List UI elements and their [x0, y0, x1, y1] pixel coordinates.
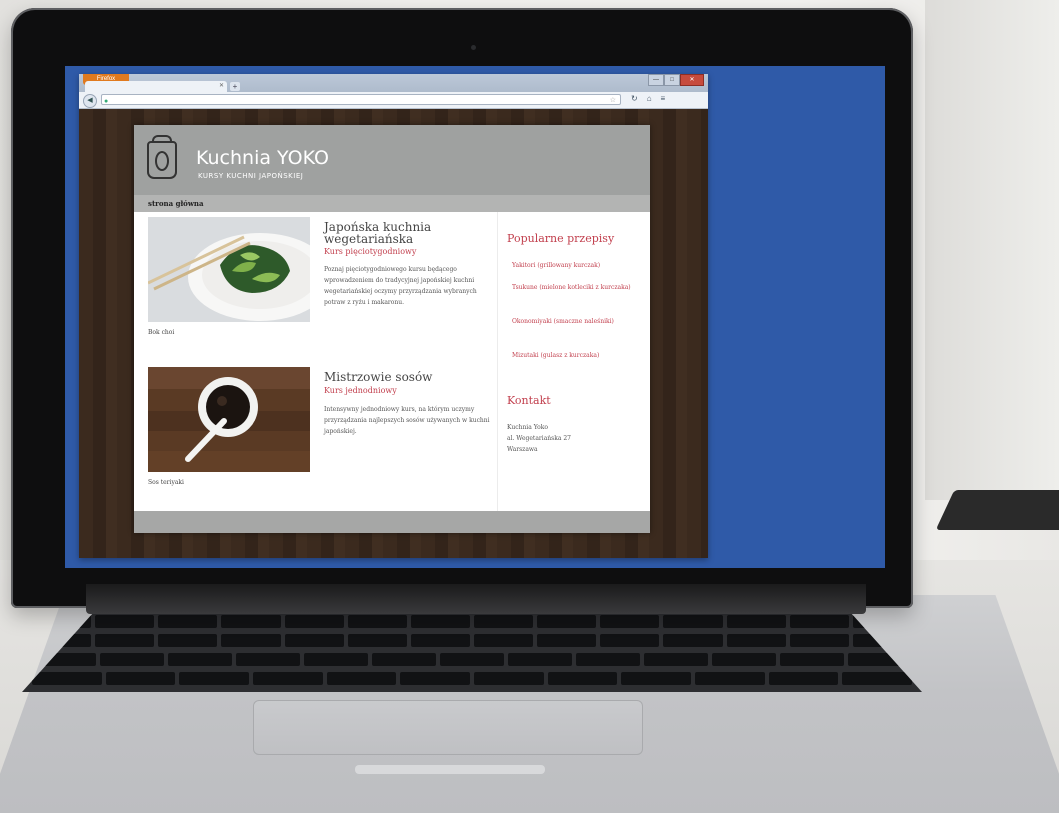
article-body: Poznaj pięciotygodniowego kursu będącego… — [324, 266, 477, 306]
laptop-lid: Firefox ✕ + — □ ✕ ◀ ● ☆ ↻ ⌂ ≡ Kuchnia YO… — [11, 8, 913, 614]
web-page: Kuchnia YOKO KURSY KUCHNI JAPOŃSKIEJ str… — [134, 125, 650, 533]
nav-item-home[interactable]: strona główna — [148, 195, 204, 212]
maximize-button[interactable]: □ — [664, 74, 680, 86]
contact-line: al. Wegetariańska 27 — [507, 435, 571, 442]
recipe-link[interactable]: Tsukune (mielone kotleciki z kurczaka) — [512, 282, 632, 293]
laptop-trackpad — [253, 700, 643, 755]
site-header: Kuchnia YOKO KURSY KUCHNI JAPOŃSKIEJ — [134, 125, 650, 195]
image-caption: Sos teriyaki — [148, 479, 184, 486]
site-title[interactable]: Kuchnia YOKO — [196, 147, 329, 169]
recipe-link[interactable]: Yakitori (grillowany kurczak) — [512, 260, 632, 271]
article-card: Sos teriyaki Mistrzowie sosów Kurs jedno… — [143, 367, 493, 502]
contact-address: Kuchnia Yoko al. Wegetariańska 27 Warsza… — [507, 422, 571, 455]
image-caption: Bok choi — [148, 329, 175, 336]
back-arrow-icon[interactable]: ◀ — [83, 94, 97, 108]
recipe-link[interactable]: Okonomiyaki (smaczne naleśniki) — [512, 316, 632, 327]
browser-viewport: Kuchnia YOKO KURSY KUCHNI JAPOŃSKIEJ str… — [79, 109, 708, 558]
new-tab-button[interactable]: + — [230, 82, 240, 91]
contact-heading: Kontakt — [507, 394, 551, 407]
site-footer — [134, 511, 650, 533]
close-window-button[interactable]: ✕ — [680, 74, 704, 86]
webcam — [471, 45, 476, 50]
tab-close-icon[interactable]: ✕ — [219, 81, 224, 92]
background-frame — [925, 0, 1059, 500]
rice-bag-logo-icon[interactable] — [147, 135, 177, 179]
laptop-hinge — [86, 584, 866, 614]
main-navigation: strona główna — [134, 195, 650, 212]
site-identity-icon[interactable]: ● — [104, 96, 108, 107]
bookmarks-icon[interactable]: ≡ — [661, 94, 666, 103]
address-bar[interactable]: ● ☆ — [101, 94, 621, 105]
browser-titlebar: Firefox ✕ + — □ ✕ — [79, 74, 708, 92]
minimize-button[interactable]: — — [648, 74, 664, 86]
main-content: Bok choi Japońska kuchnia wegetariańska … — [134, 212, 650, 511]
home-icon[interactable]: ⌂ — [647, 94, 652, 103]
reload-icon[interactable]: ↻ — [631, 94, 638, 103]
article-body: Intensywny jednodniowy kurs, na którym u… — [324, 406, 490, 435]
contact-line: Warszawa — [507, 446, 538, 453]
toolbar-icons: ↻ ⌂ ≡ — [631, 94, 665, 103]
browser-navbar: ◀ ● ☆ ↻ ⌂ ≡ — [79, 92, 708, 109]
article-title[interactable]: Mistrzowie sosów — [324, 371, 484, 383]
article-card: Bok choi Japońska kuchnia wegetariańska … — [143, 217, 493, 352]
sidebar: Popularne przepisy Yakitori (grillowany … — [497, 212, 650, 511]
side-object — [935, 490, 1059, 530]
article-subtitle: Kurs pięciotygodniowy — [324, 247, 417, 256]
article-subtitle: Kurs jednodniowy — [324, 386, 397, 395]
bookmark-star-icon[interactable]: ☆ — [610, 95, 616, 106]
site-subtitle: KURSY KUCHNI JAPOŃSKIEJ — [198, 172, 304, 180]
window-controls: — □ ✕ — [648, 74, 704, 86]
recipe-link[interactable]: Mizutaki (gulasz z kurczaka) — [512, 350, 632, 361]
browser-window: Firefox ✕ + — □ ✕ ◀ ● ☆ ↻ ⌂ ≡ Kuchnia YO… — [79, 74, 708, 558]
contact-line: Kuchnia Yoko — [507, 424, 549, 431]
bok-choi-photo[interactable] — [148, 217, 310, 322]
laptop-front-lip — [355, 765, 545, 774]
laptop-keyboard — [22, 612, 922, 692]
teriyaki-sauce-photo[interactable] — [148, 367, 310, 472]
laptop-screen: Firefox ✕ + — □ ✕ ◀ ● ☆ ↻ ⌂ ≡ Kuchnia YO… — [65, 66, 885, 568]
browser-tab[interactable]: ✕ — [85, 81, 227, 92]
popular-recipes-heading: Popularne przepisy — [507, 232, 615, 245]
article-title[interactable]: Japońska kuchnia wegetariańska — [324, 221, 484, 245]
